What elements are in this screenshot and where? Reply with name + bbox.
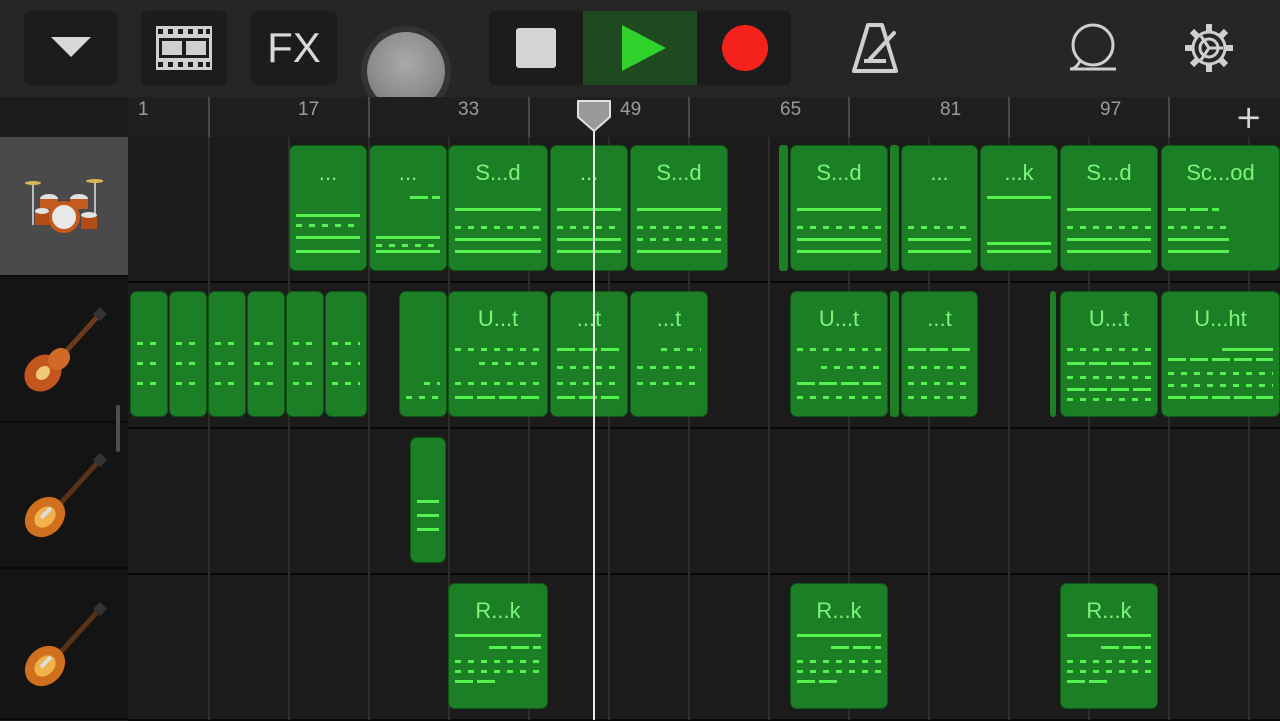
drum-region-fragment[interactable]: [890, 145, 899, 271]
bass-region[interactable]: ...t: [630, 291, 708, 417]
add-section-button[interactable]: +: [1235, 99, 1262, 135]
drum-region[interactable]: ...: [550, 145, 628, 271]
track-header-bass[interactable]: [0, 283, 128, 423]
fx-button[interactable]: FX: [251, 11, 337, 85]
metronome-icon: [852, 23, 898, 73]
region-label: R...k: [1086, 598, 1132, 623]
control-bar: FX: [0, 0, 1280, 110]
track-lane-guitar-1[interactable]: [128, 429, 1280, 575]
tracks-view-icon: [156, 26, 212, 70]
region-label: U...t: [818, 306, 860, 331]
scroll-indicator[interactable]: [116, 405, 120, 452]
tracks-view-button[interactable]: [141, 11, 227, 85]
drum-region[interactable]: ...: [289, 145, 367, 271]
ruler-bar-number: 17: [298, 99, 320, 120]
track-header-guitar-1[interactable]: [0, 429, 128, 569]
record-icon: [721, 25, 768, 71]
drum-region[interactable]: S...d: [448, 145, 548, 271]
guitar-region[interactable]: R...k: [448, 583, 548, 709]
drum-region[interactable]: ...: [369, 145, 447, 271]
play-button[interactable]: [583, 11, 697, 85]
region-label: ...t: [656, 306, 682, 331]
guitar-region[interactable]: R...k: [1060, 583, 1158, 709]
region-label: ...t: [576, 306, 602, 331]
region-label: ...: [318, 160, 338, 185]
region-label: ...: [930, 160, 949, 185]
region-label: U...t: [477, 306, 519, 331]
bar-ruler[interactable]: 1 17 33 49 65 81 97 +: [128, 97, 1280, 138]
bass-region[interactable]: U...t: [448, 291, 548, 417]
bass-guitar-icon: [24, 307, 108, 392]
ruler-bar-number: 81: [940, 99, 962, 120]
bass-region[interactable]: [399, 291, 447, 417]
region-label: R...k: [816, 598, 862, 623]
guitar-region[interactable]: [410, 437, 446, 563]
ruler-bar-number: 1: [138, 99, 149, 120]
track-header-drums[interactable]: [0, 137, 128, 277]
track-header-guitar-2[interactable]: [0, 575, 128, 720]
bass-region-fragment[interactable]: [890, 291, 899, 417]
stop-button[interactable]: [489, 11, 582, 85]
stop-icon: [515, 28, 556, 68]
region-label: S...d: [816, 160, 862, 185]
bass-region[interactable]: U...t: [790, 291, 888, 417]
ruler-bar-number: 49: [620, 99, 642, 120]
region-label: S...d: [656, 160, 702, 185]
playhead-line: [593, 128, 595, 720]
ruler-bar-number: 65: [780, 99, 802, 120]
metronome-button[interactable]: [840, 11, 910, 85]
tracks-area[interactable]: ... ... S...d ... S...d S...d ... ...k S…: [128, 137, 1280, 721]
loop-browser-button[interactable]: [1058, 11, 1128, 85]
region-label: S...d: [475, 160, 521, 185]
ruler-bar-number: 97: [1100, 99, 1122, 120]
region-label: ...t: [927, 306, 952, 331]
playhead-handle[interactable]: [576, 99, 612, 133]
bass-region[interactable]: U...t: [1060, 291, 1158, 417]
bass-region[interactable]: ...t: [550, 291, 628, 417]
settings-button[interactable]: [1174, 11, 1244, 85]
region-label: R...k: [475, 598, 521, 623]
bass-region[interactable]: [286, 291, 324, 417]
record-button[interactable]: [698, 11, 791, 85]
drum-region[interactable]: S...d: [1060, 145, 1158, 271]
electric-guitar-icon: [24, 601, 108, 686]
bass-region[interactable]: [247, 291, 285, 417]
region-label: ...: [579, 160, 599, 185]
guitar-region[interactable]: R...k: [790, 583, 888, 709]
region-label: ...: [398, 160, 418, 185]
electric-guitar-icon: [24, 453, 108, 538]
bass-region[interactable]: ...t: [901, 291, 978, 417]
region-label: U...ht: [1194, 306, 1247, 331]
drum-region[interactable]: Sc...od: [1161, 145, 1280, 271]
region-label: ...k: [1004, 160, 1034, 185]
bass-region-fragment[interactable]: [1050, 291, 1056, 417]
play-icon: [622, 25, 666, 71]
drum-kit-icon: [25, 179, 103, 233]
region-label: Sc...od: [1186, 160, 1255, 185]
ruler-bar-number: 33: [458, 99, 480, 120]
bass-region[interactable]: [169, 291, 207, 417]
bass-region[interactable]: [208, 291, 246, 417]
drum-region[interactable]: ...: [901, 145, 978, 271]
fx-label: FX: [267, 24, 321, 71]
bass-region[interactable]: [130, 291, 168, 417]
bass-region[interactable]: U...ht: [1161, 291, 1280, 417]
drum-region[interactable]: S...d: [630, 145, 728, 271]
transport-controls: [489, 11, 791, 85]
drum-region[interactable]: S...d: [790, 145, 888, 271]
chevron-down-icon: [51, 37, 91, 57]
region-label: U...t: [1088, 306, 1130, 331]
gear-icon: [1185, 24, 1233, 72]
drum-region-fragment[interactable]: [779, 145, 788, 271]
track-headers: [0, 137, 128, 720]
browser-button[interactable]: [24, 11, 118, 85]
drum-region[interactable]: ...k: [980, 145, 1058, 271]
bass-region[interactable]: [325, 291, 367, 417]
loop-browser-icon: [1069, 23, 1116, 71]
region-label: S...d: [1086, 160, 1132, 185]
